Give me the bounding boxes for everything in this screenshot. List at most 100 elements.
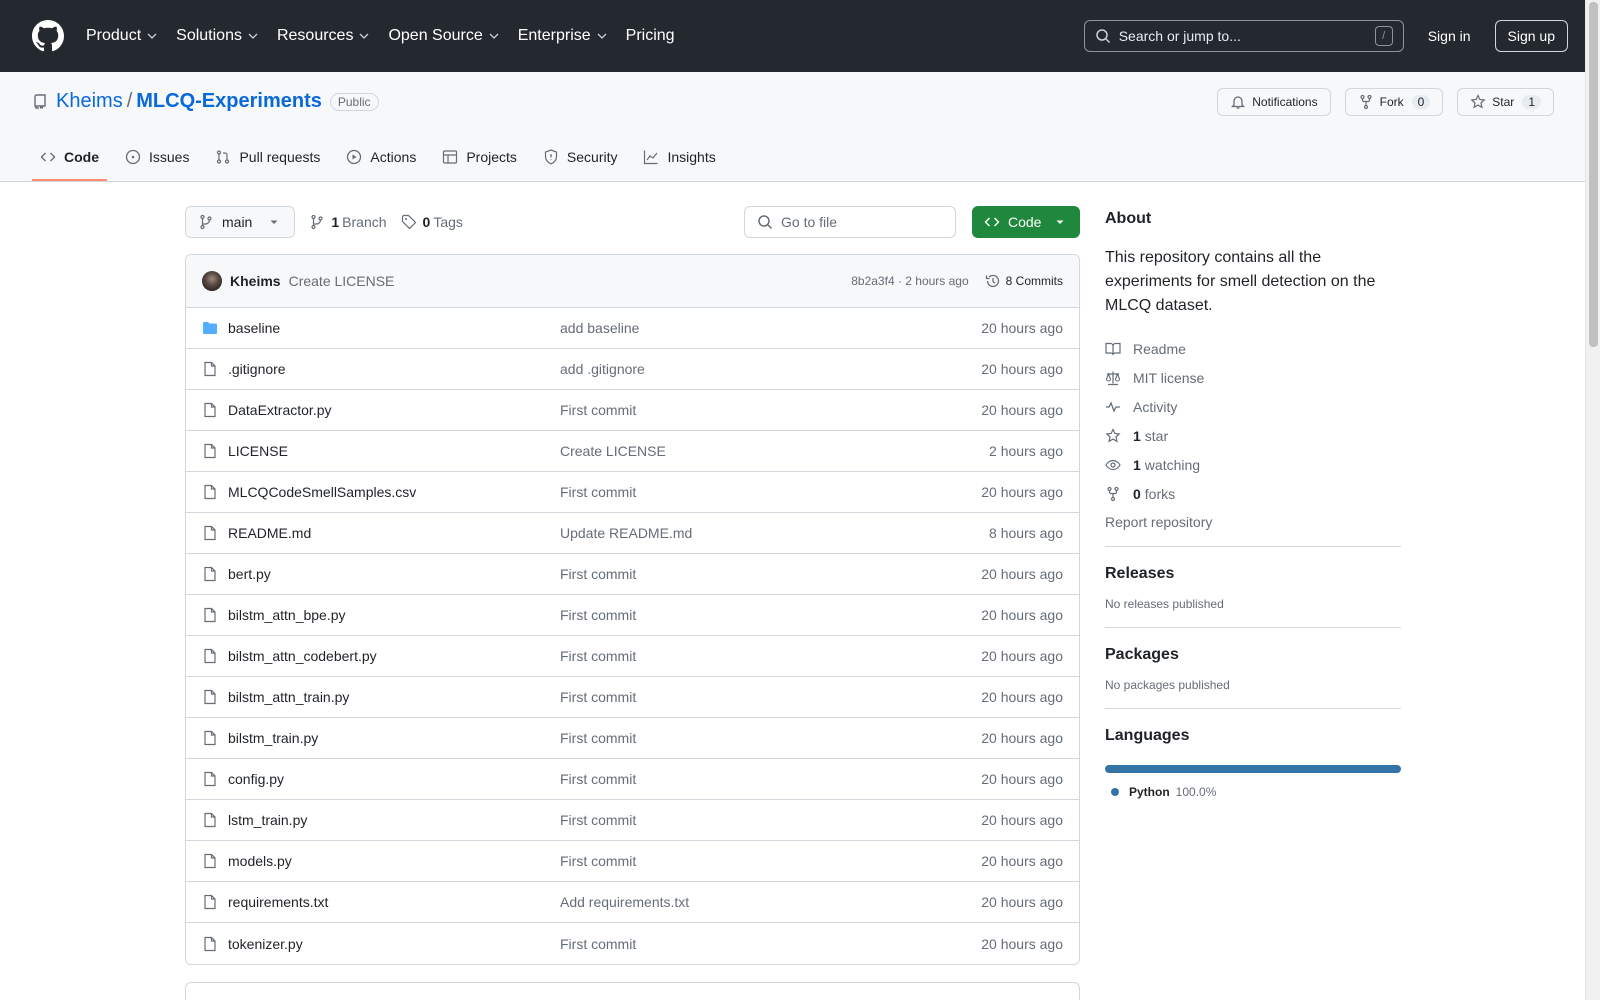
table-row[interactable]: lstm_train.py First commit 20 hours ago [186,800,1079,841]
repo-owner-link[interactable]: Kheims [56,90,123,113]
nav-open-source[interactable]: Open Source [388,27,499,45]
table-row[interactable]: .gitignore add .gitignore 20 hours ago [186,349,1079,390]
fork-button[interactable]: Fork 0 [1344,88,1444,116]
tab-pull-requests[interactable]: Pull requests [207,149,328,181]
table-row[interactable]: config.py First commit 20 hours ago [186,759,1079,800]
readme-panel [185,982,1080,1000]
scrollbar-thumb[interactable] [1589,2,1598,347]
table-row[interactable]: bilstm_attn_train.py First commit 20 hours… [186,677,1079,718]
packages-heading[interactable]: Packages [1105,646,1401,664]
file-name-link[interactable]: tokenizer.py [228,936,560,952]
file-commit-message[interactable]: First commit [560,648,981,664]
tab-projects[interactable]: Projects [434,149,525,181]
file-name-link[interactable]: bilstm_attn_codebert.py [228,648,560,664]
commit-author[interactable]: Kheims [230,273,281,289]
language-item-python[interactable]: Python 100.0% [1105,785,1401,799]
nav-pricing[interactable]: Pricing [626,27,675,45]
file-name-link[interactable]: LICENSE [228,443,560,459]
table-row[interactable]: MLCQCodeSmellSamples.csv First commit 20 h… [186,472,1079,513]
file-commit-message[interactable]: Create LICENSE [560,443,989,459]
file-name-link[interactable]: bilstm_attn_bpe.py [228,607,560,623]
table-row[interactable]: baseline add baseline 20 hours ago [186,308,1079,349]
file-name-link[interactable]: requirements.txt [228,894,560,910]
table-row[interactable]: README.md Update README.md 8 hours ago [186,513,1079,554]
commits-link[interactable]: 8 Commits [985,273,1063,289]
file-commit-message[interactable]: First commit [560,402,981,418]
github-logo-icon[interactable] [32,20,64,52]
license-link[interactable]: MIT license [1105,363,1401,392]
tab-actions[interactable]: Actions [338,149,424,181]
branch-selector[interactable]: main [185,206,296,238]
nav-product[interactable]: Product [86,27,158,45]
nav-solutions[interactable]: Solutions [176,27,259,45]
chevron-down-icon [147,33,157,39]
table-row[interactable]: bilstm_attn_bpe.py First commit 20 hours a… [186,595,1079,636]
fork-icon [1360,94,1372,110]
table-row[interactable]: requirements.txt Add requirements.txt 20 h… [186,882,1079,923]
sign-up-button[interactable]: Sign up [1494,20,1568,52]
file-name-link[interactable]: README.md [228,525,560,541]
tab-issues[interactable]: Issues [117,149,197,181]
file-commit-message[interactable]: First commit [560,484,981,500]
file-name-link[interactable]: DataExtractor.py [228,402,560,418]
file-name-link[interactable]: baseline [228,320,560,336]
go-to-file-input[interactable]: Go to file [744,206,956,238]
avatar[interactable] [202,271,222,291]
table-row[interactable]: models.py First commit 20 hours ago [186,841,1079,882]
stars-link[interactable]: 1 star [1105,421,1401,450]
file-name-link[interactable]: MLCQCodeSmellSamples.csv [228,484,560,500]
commit-hash-time[interactable]: 8b2a3f4 · 2 hours ago [851,274,968,288]
forks-link[interactable]: 0 forks [1105,479,1401,508]
tab-security[interactable]: Security [535,149,626,181]
file-name-link[interactable]: bilstm_attn_train.py [228,689,560,705]
folder-icon [202,320,218,336]
table-row[interactable]: bilstm_train.py First commit 20 hours ago [186,718,1079,759]
commit-message[interactable]: Create LICENSE [289,273,395,289]
sign-in-link[interactable]: Sign in [1428,28,1471,44]
code-dropdown-button[interactable]: Code [972,206,1080,238]
branches-link[interactable]: 1 Branch [309,214,387,230]
tab-insights[interactable]: Insights [635,149,723,181]
activity-link[interactable]: Activity [1105,392,1401,421]
file-name-link[interactable]: config.py [228,771,560,787]
file-commit-message[interactable]: First commit [560,730,981,746]
file-name-link[interactable]: .gitignore [228,361,560,377]
file-commit-time: 8 hours ago [989,525,1063,541]
star-button[interactable]: Star 1 [1457,88,1554,116]
table-row[interactable]: bilstm_attn_codebert.py First commit 20 ho… [186,636,1079,677]
notifications-button[interactable]: Notifications [1217,88,1331,116]
tab-code[interactable]: Code [32,149,107,181]
readme-link[interactable]: Readme [1105,334,1401,363]
file-commit-message[interactable]: First commit [560,566,981,582]
watching-link[interactable]: 1 watching [1105,450,1401,479]
nav-enterprise[interactable]: Enterprise [518,27,608,45]
tags-link[interactable]: 0 Tags [401,214,463,230]
table-row[interactable]: LICENSE Create LICENSE 2 hours ago [186,431,1079,472]
file-name-link[interactable]: bilstm_train.py [228,730,560,746]
file-commit-message[interactable]: First commit [560,812,981,828]
file-commit-time: 20 hours ago [981,689,1063,705]
table-row[interactable]: DataExtractor.py First commit 20 hours ago [186,390,1079,431]
releases-heading[interactable]: Releases [1105,565,1401,583]
file-commit-message[interactable]: Add requirements.txt [560,894,981,910]
global-search-input[interactable]: Search or jump to... / [1083,20,1404,52]
nav-resources[interactable]: Resources [277,27,370,45]
file-name-link[interactable]: bert.py [228,566,560,582]
table-row[interactable]: tokenizer.py First commit 20 hours ago [186,923,1079,964]
page-scrollbar[interactable] [1585,0,1600,1000]
file-commit-message[interactable]: First commit [560,607,981,623]
fork-count: 0 [1411,95,1431,109]
report-repository-link[interactable]: Report repository [1105,514,1401,530]
file-commit-message[interactable]: First commit [560,689,981,705]
table-row[interactable]: bert.py First commit 20 hours ago [186,554,1079,595]
file-commit-message[interactable]: add baseline [560,320,981,336]
repo-name-link[interactable]: MLCQ-Experiments [136,90,322,113]
file-commit-message[interactable]: First commit [560,936,981,952]
file-commit-message[interactable]: First commit [560,771,981,787]
file-name-link[interactable]: lstm_train.py [228,812,560,828]
triangle-down-icon [1056,220,1064,224]
file-commit-message[interactable]: Update README.md [560,525,989,541]
file-name-link[interactable]: models.py [228,853,560,869]
file-commit-message[interactable]: add .gitignore [560,361,981,377]
file-commit-message[interactable]: First commit [560,853,981,869]
